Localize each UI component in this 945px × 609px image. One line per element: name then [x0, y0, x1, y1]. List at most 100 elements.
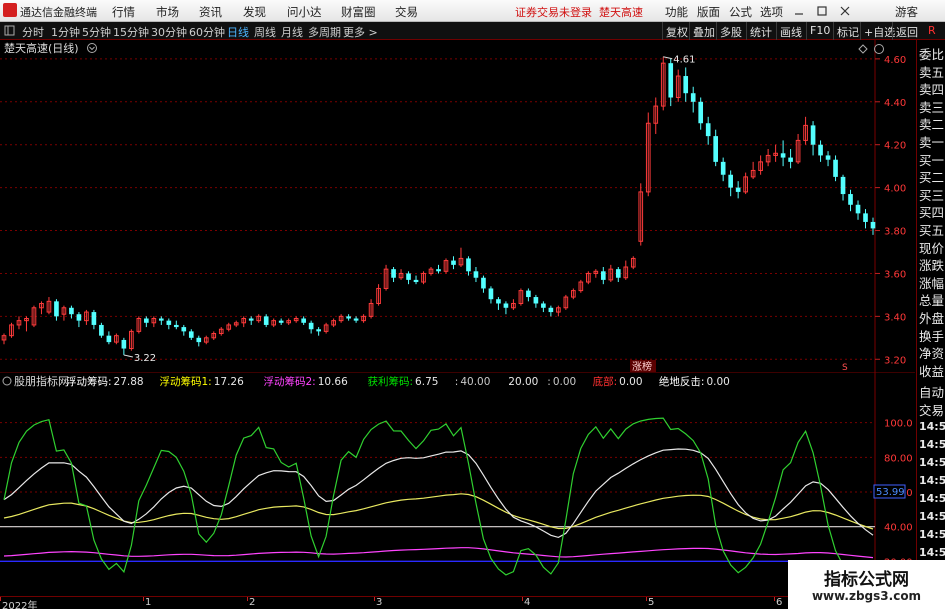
- price-grid: [0, 40, 876, 372]
- candle: [645, 112, 651, 197]
- menu-layout[interactable]: 版面: [697, 4, 720, 20]
- menu-news[interactable]: 资讯: [199, 4, 222, 20]
- candle-body: [76, 314, 82, 321]
- candle: [136, 316, 142, 334]
- candle: [593, 269, 599, 278]
- sidebar-item[interactable]: 买二: [919, 167, 944, 186]
- candle: [308, 320, 314, 334]
- candle-body: [466, 258, 471, 272]
- candle: [863, 209, 868, 229]
- sidebar-item[interactable]: 总量: [919, 290, 944, 309]
- close-icon[interactable]: [839, 5, 851, 17]
- candle: [533, 294, 539, 308]
- date-tick: [774, 597, 775, 601]
- candle-body: [683, 76, 689, 94]
- overlay-button[interactable]: 叠加: [689, 22, 718, 40]
- menu-discover[interactable]: 发现: [243, 4, 266, 20]
- period-weekly[interactable]: 周线: [254, 24, 276, 40]
- menu-ask[interactable]: 问小达: [287, 4, 322, 20]
- sidebar-time: 14:56: [919, 528, 945, 541]
- indicator-item: 绝地反击: 0.00: [659, 375, 730, 388]
- candle-body: [106, 335, 112, 343]
- date-label: 5: [648, 597, 655, 608]
- candle: [675, 69, 681, 102]
- candle: [196, 335, 202, 347]
- menu-wealth[interactable]: 财富圈: [341, 4, 376, 20]
- candle: [638, 183, 644, 246]
- chart-menu-icon[interactable]: [874, 44, 884, 54]
- event-badge[interactable]: 涨榜: [632, 360, 652, 372]
- sidebar-item[interactable]: 收益: [919, 361, 944, 380]
- chart-diamond-icon[interactable]: [858, 44, 868, 54]
- candle: [271, 318, 277, 328]
- sidebar-item[interactable]: 涨幅: [919, 273, 944, 292]
- sidebar-item[interactable]: 现价: [919, 238, 944, 257]
- sidebar-item[interactable]: 卖五: [919, 62, 944, 81]
- candle: [473, 267, 479, 283]
- period-multi[interactable]: 多周期: [308, 24, 341, 40]
- menu-market[interactable]: 市场: [156, 4, 179, 20]
- candle: [361, 314, 366, 323]
- event-mark[interactable]: S: [842, 363, 848, 372]
- period-5min[interactable]: 5分钟: [82, 24, 111, 40]
- sidebar-item[interactable]: 净资: [919, 343, 944, 362]
- period-30min[interactable]: 30分钟: [151, 24, 187, 40]
- sidebar-item[interactable]: 买一: [919, 150, 944, 169]
- sidebar-item[interactable]: 卖一: [919, 132, 944, 151]
- menu-quotes[interactable]: 行情: [112, 4, 135, 20]
- candle: [151, 316, 157, 328]
- indicator-settings-icon[interactable]: [2, 376, 12, 386]
- draw-line-button[interactable]: 画线: [776, 22, 805, 40]
- menu-trade[interactable]: 交易: [395, 4, 418, 20]
- period-daily[interactable]: 日线: [227, 24, 249, 40]
- candle: [203, 335, 209, 345]
- candle-body: [533, 297, 539, 304]
- period-1min[interactable]: 1分钟: [51, 24, 80, 40]
- sidebar-item[interactable]: 交易: [919, 400, 944, 419]
- sidebar-time: 14:56: [919, 420, 945, 433]
- candle-body: [278, 320, 284, 323]
- minimize-icon[interactable]: [793, 5, 805, 17]
- f10-button[interactable]: F10: [806, 22, 833, 40]
- sidebar-item[interactable]: 自动: [919, 382, 944, 401]
- period-more[interactable]: 更多 >: [343, 24, 378, 40]
- period-monthly[interactable]: 月线: [281, 24, 303, 40]
- candle: [368, 299, 374, 319]
- back-button[interactable]: 返回: [892, 22, 921, 40]
- restore-rights-button[interactable]: 复权: [662, 22, 691, 40]
- menu-formula[interactable]: 公式: [729, 4, 752, 20]
- sidebar-item[interactable]: 换手: [919, 326, 944, 345]
- toggle-panel-icon[interactable]: [4, 25, 15, 36]
- candle: [211, 331, 217, 340]
- sidebar-item[interactable]: 委比: [919, 44, 944, 63]
- sidebar-item[interactable]: 卖三: [919, 97, 944, 116]
- maximize-icon[interactable]: [816, 5, 828, 17]
- chart-dropdown-icon[interactable]: [89, 46, 95, 51]
- mark-button[interactable]: 标记: [833, 22, 862, 40]
- sidebar-item[interactable]: 外盘: [919, 308, 944, 327]
- candlestick-chart[interactable]: 4.60 4.40 4.20 4.00 3.80 3.60 3.40 3.20 楚天高速(日线…: [0, 40, 915, 372]
- period-15min[interactable]: 15分钟: [113, 24, 149, 40]
- menu-options[interactable]: 选项: [760, 4, 783, 20]
- sidebar-item[interactable]: 买三: [919, 185, 944, 204]
- chart-settings-icon[interactable]: [87, 43, 97, 53]
- period-intraday[interactable]: 分时: [22, 24, 44, 40]
- sidebar-item[interactable]: 卖二: [919, 114, 944, 133]
- multi-stock-button[interactable]: 多股: [716, 22, 745, 40]
- indicator-item-label: :: [455, 376, 459, 388]
- candle-body: [720, 161, 726, 175]
- indicator-chart[interactable]: 100.080.0060.0040.0020.00 股朋指标网 浮动筹码:27.…: [0, 372, 915, 596]
- period-60min[interactable]: 60分钟: [189, 24, 225, 40]
- r-indicator[interactable]: R: [925, 22, 939, 40]
- sidebar-item[interactable]: 涨跌: [919, 255, 944, 274]
- candle-body: [840, 176, 846, 195]
- sidebar-item[interactable]: 买五: [919, 220, 944, 239]
- sidebar-item[interactable]: 卖四: [919, 79, 944, 98]
- statistics-button[interactable]: 统计: [746, 22, 775, 40]
- menu-function[interactable]: 功能: [665, 4, 688, 20]
- indicator-item-label: 获利筹码:: [368, 375, 414, 388]
- sidebar-item[interactable]: 买四: [919, 202, 944, 221]
- candle: [653, 97, 659, 134]
- guest-label[interactable]: 游客: [895, 4, 918, 20]
- login-warning[interactable]: 证券交易未登录 楚天高速: [515, 4, 643, 20]
